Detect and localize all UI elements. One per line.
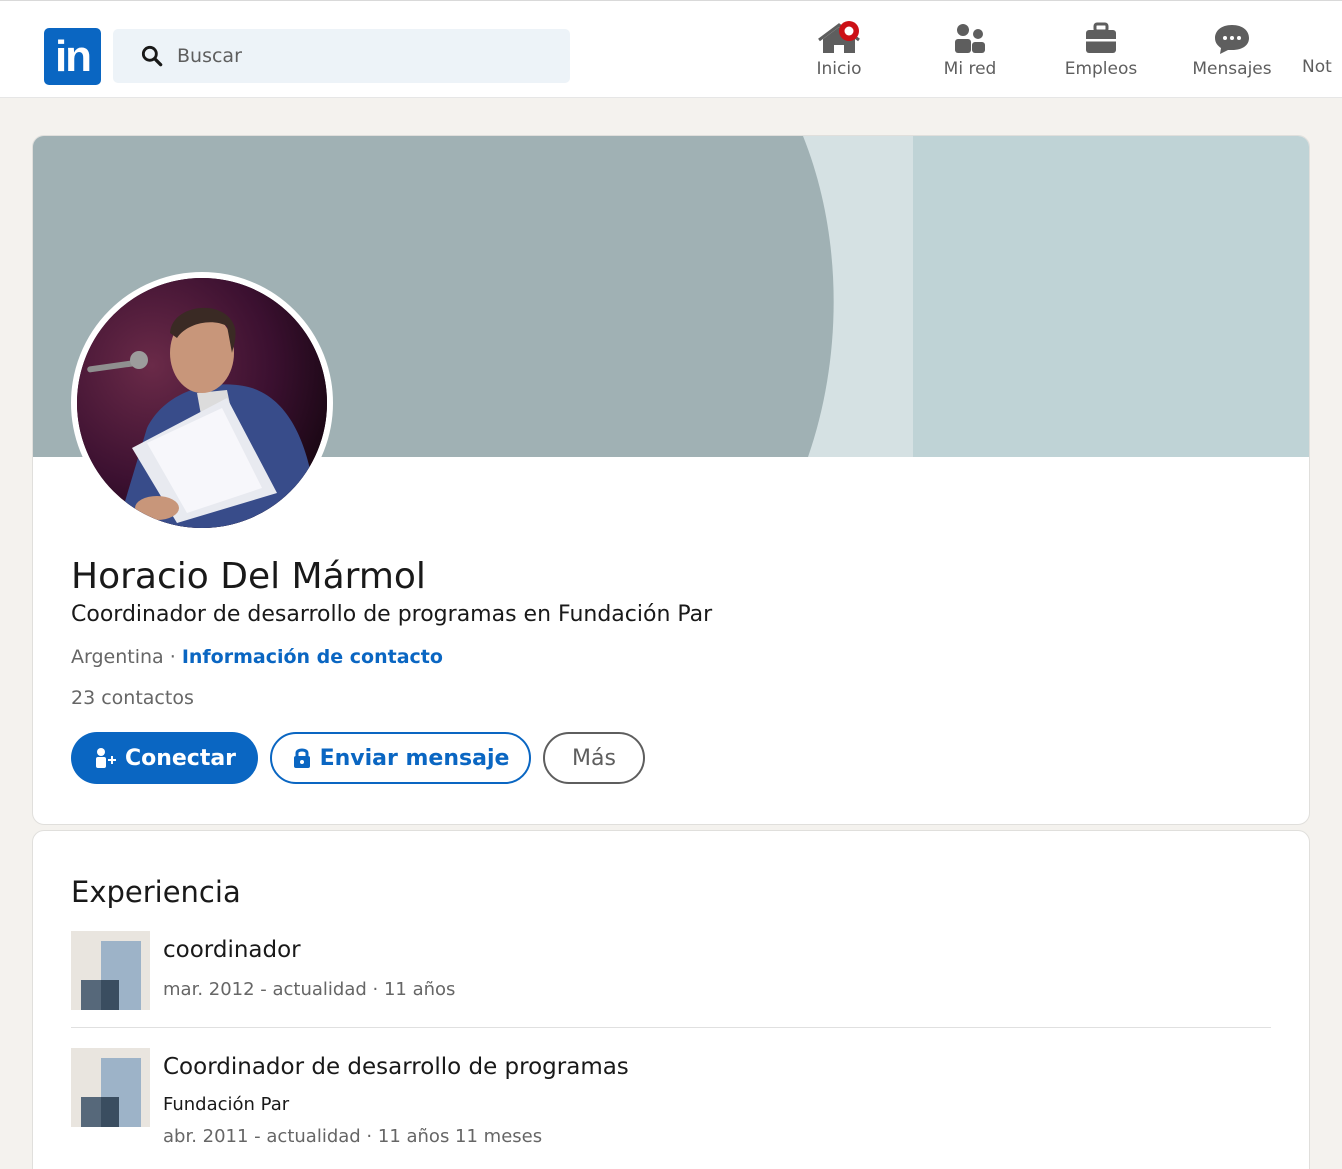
home-icon: [818, 21, 860, 53]
company-logo-placeholder: [71, 931, 150, 1010]
nav-label-empleos: Empleos: [1064, 59, 1138, 79]
nav-item-notificaciones[interactable]: Not: [1302, 21, 1342, 91]
experience-item: coordinador mar. 2012 - actualidad · 11 …: [71, 931, 1271, 1011]
separator: ·: [163, 646, 182, 668]
experience-role: coordinador: [163, 937, 301, 963]
send-message-button[interactable]: Enviar mensaje: [270, 732, 531, 784]
profile-location: Argentina: [71, 646, 164, 668]
search-input[interactable]: [177, 29, 557, 83]
more-button[interactable]: Más: [543, 732, 645, 784]
search-bar: [113, 29, 570, 83]
linkedin-logo[interactable]: in: [44, 28, 101, 85]
search-icon: [141, 45, 163, 67]
message-icon: [1215, 25, 1249, 54]
send-message-label: Enviar mensaje: [319, 745, 510, 771]
experience-title: Experiencia: [71, 875, 241, 909]
nav-label-mi-red: Mi red: [943, 59, 997, 79]
nav-item-mensajes[interactable]: Mensajes: [1172, 21, 1292, 91]
top-navigation-bar: in Inicio Mi red Empleos: [0, 0, 1342, 98]
people-icon: [955, 24, 985, 53]
nav-item-empleos[interactable]: Empleos: [1041, 21, 1161, 91]
company-logo-placeholder: [71, 1048, 150, 1127]
nav-label-mensajes: Mensajes: [1192, 59, 1272, 79]
experience-company: Fundación Par: [163, 1094, 290, 1115]
experience-card: Experiencia coordinador mar. 2012 - actu…: [32, 830, 1310, 1169]
nav-item-inicio[interactable]: Inicio: [779, 21, 899, 91]
nav-label-inicio: Inicio: [816, 59, 862, 79]
more-label: Más: [572, 745, 616, 771]
add-person-icon: [95, 748, 116, 768]
experience-role: Coordinador de desarrollo de programas: [163, 1054, 629, 1080]
nav-label-notificaciones: Not: [1302, 57, 1332, 77]
profile-location-line: Argentina · Información de contacto: [71, 646, 443, 668]
experience-dates: abr. 2011 - actualidad · 11 años 11 mese…: [163, 1126, 543, 1147]
lock-icon: [293, 748, 310, 768]
profile-name: Horacio Del Mármol: [71, 556, 426, 597]
briefcase-icon: [1086, 22, 1116, 53]
profile-avatar[interactable]: [71, 272, 333, 534]
profile-photo: [77, 278, 327, 528]
divider: [71, 1027, 1271, 1028]
experience-item: Coordinador de desarrollo de programas F…: [71, 1048, 1271, 1158]
connect-button[interactable]: Conectar: [71, 732, 258, 784]
profile-headline: Coordinador de desarrollo de programas e…: [71, 602, 713, 627]
connect-label: Conectar: [124, 745, 237, 771]
profile-card: Horacio Del Mármol Coordinador de desarr…: [32, 135, 1310, 825]
experience-dates: mar. 2012 - actualidad · 11 años: [163, 979, 456, 1000]
connections-count[interactable]: 23 contactos: [71, 687, 194, 709]
nav-item-mi-red[interactable]: Mi red: [910, 21, 1030, 91]
contact-info-link[interactable]: Información de contacto: [182, 646, 443, 668]
